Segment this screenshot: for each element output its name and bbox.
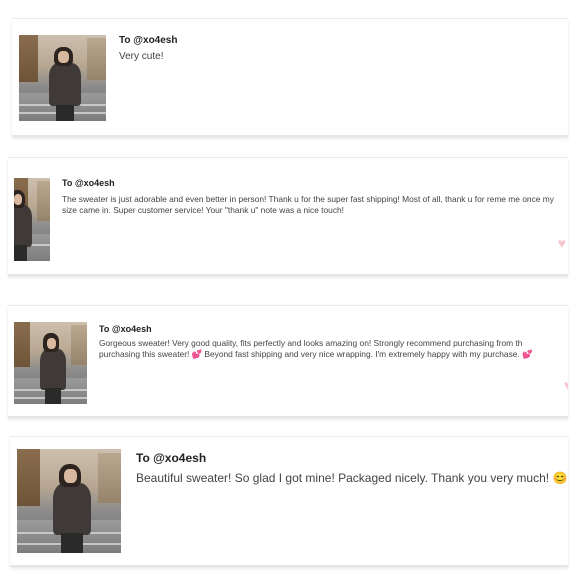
- review-recipient: To @xo4esh: [119, 35, 178, 46]
- heart-icon[interactable]: ♥: [558, 236, 566, 250]
- review-message: The sweater is just adorable and even be…: [62, 194, 554, 215]
- review-card: To @xo4esh Beautiful sweater! So glad I …: [10, 436, 568, 567]
- heart-icon[interactable]: ♥: [564, 378, 568, 392]
- review-message: Gorgeous sweater! Very good quality, fit…: [99, 338, 533, 359]
- review-card: To @xo4esh Very cute!: [12, 18, 568, 137]
- review-message: Beautiful sweater! So glad I got mine! P…: [136, 471, 568, 485]
- review-recipient: To @xo4esh: [136, 451, 207, 465]
- review-card: To @xo4esh Gorgeous sweater! Very good q…: [8, 305, 568, 418]
- review-recipient: To @xo4esh: [99, 324, 152, 334]
- review-photo: [14, 178, 50, 261]
- review-photo: [17, 449, 121, 553]
- review-photo: [14, 322, 87, 404]
- review-recipient: To @xo4esh: [62, 178, 115, 188]
- review-card: To @xo4esh The sweater is just adorable …: [8, 157, 568, 276]
- review-photo: [19, 35, 106, 121]
- review-message: Very cute!: [119, 51, 164, 62]
